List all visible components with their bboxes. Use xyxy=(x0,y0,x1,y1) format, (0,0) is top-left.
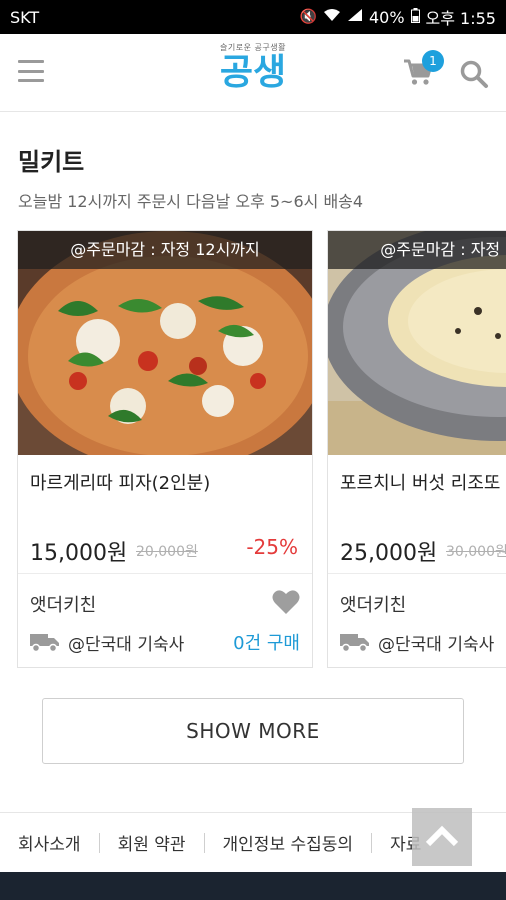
mute-icon: 🔇 xyxy=(299,9,317,25)
product-image[interactable]: @주문마감 : 자정 12시까지 xyxy=(328,231,506,455)
scroll-to-top-button[interactable] xyxy=(412,808,472,866)
original-price: 20,000원 xyxy=(136,544,198,560)
pickup-location: @단국대 기숙사 xyxy=(68,635,185,655)
cart-count-badge: 1 xyxy=(422,50,444,72)
battery-icon xyxy=(410,7,420,27)
product-price: 15,000원 xyxy=(30,541,128,566)
signal-icon xyxy=(347,8,363,26)
section-title: 밀키트 xyxy=(18,148,85,176)
chevron-up-icon xyxy=(425,825,459,847)
carrier-label: SKT xyxy=(10,7,40,27)
product-image[interactable]: @주문마감 : 자정 12시까지 xyxy=(18,231,312,455)
divider xyxy=(98,832,100,853)
battery-percent: 40% xyxy=(368,7,405,27)
divider xyxy=(18,573,312,574)
wifi-icon xyxy=(323,8,341,26)
clock: 오후 1:55 xyxy=(425,9,496,28)
status-bar: SKT 🔇 40% 오후 1:55 xyxy=(0,0,506,34)
product-card[interactable]: @주문마감 : 자정 12시까지 마르게리따 피자(2인분) 15,000원 2… xyxy=(17,230,313,668)
footer-link-privacy[interactable]: 개인정보 수집동의 xyxy=(223,830,354,855)
pickup-location: @단국대 기숙사 xyxy=(378,635,495,655)
order-deadline-banner: @주문마감 : 자정 12시까지 xyxy=(328,231,506,269)
product-card[interactable]: @주문마감 : 자정 12시까지 포르치니 버섯 리조또 25,000원 30,… xyxy=(327,230,506,668)
heart-icon[interactable] xyxy=(272,589,300,615)
divider xyxy=(328,573,506,574)
truck-icon xyxy=(30,631,60,653)
purchase-count: 0건 구매 xyxy=(233,633,300,654)
original-price: 30,000원 xyxy=(446,544,506,560)
show-more-button[interactable]: SHOW MORE xyxy=(42,698,464,764)
cart-button[interactable]: 1 xyxy=(402,50,444,90)
product-carousel[interactable]: @주문마감 : 자정 12시까지 마르게리따 피자(2인분) 15,000원 2… xyxy=(0,230,506,670)
section-subtitle: 오늘밤 12시까지 주문시 다음날 오후 5~6시 배송4 xyxy=(18,192,364,211)
product-name[interactable]: 포르치니 버섯 리조또 xyxy=(340,469,500,495)
divider xyxy=(371,832,373,853)
seller-name: 앳더키친 xyxy=(340,595,407,616)
app-header: 슬기로운 공구생활 공생 1 xyxy=(0,34,506,112)
product-price: 25,000원 xyxy=(340,541,438,566)
search-button[interactable] xyxy=(458,58,490,90)
truck-icon xyxy=(340,631,370,653)
order-deadline-banner: @주문마감 : 자정 12시까지 xyxy=(18,231,312,269)
bottom-bar xyxy=(0,872,506,900)
discount-rate: -25% xyxy=(246,535,298,559)
footer-link-about[interactable]: 회사소개 xyxy=(18,830,81,855)
seller-name: 앳더키친 xyxy=(30,595,97,616)
footer-link-terms[interactable]: 회원 약관 xyxy=(118,830,186,855)
product-name[interactable]: 마르게리따 피자(2인분) xyxy=(30,469,210,495)
divider xyxy=(203,832,205,853)
search-icon xyxy=(460,60,488,88)
